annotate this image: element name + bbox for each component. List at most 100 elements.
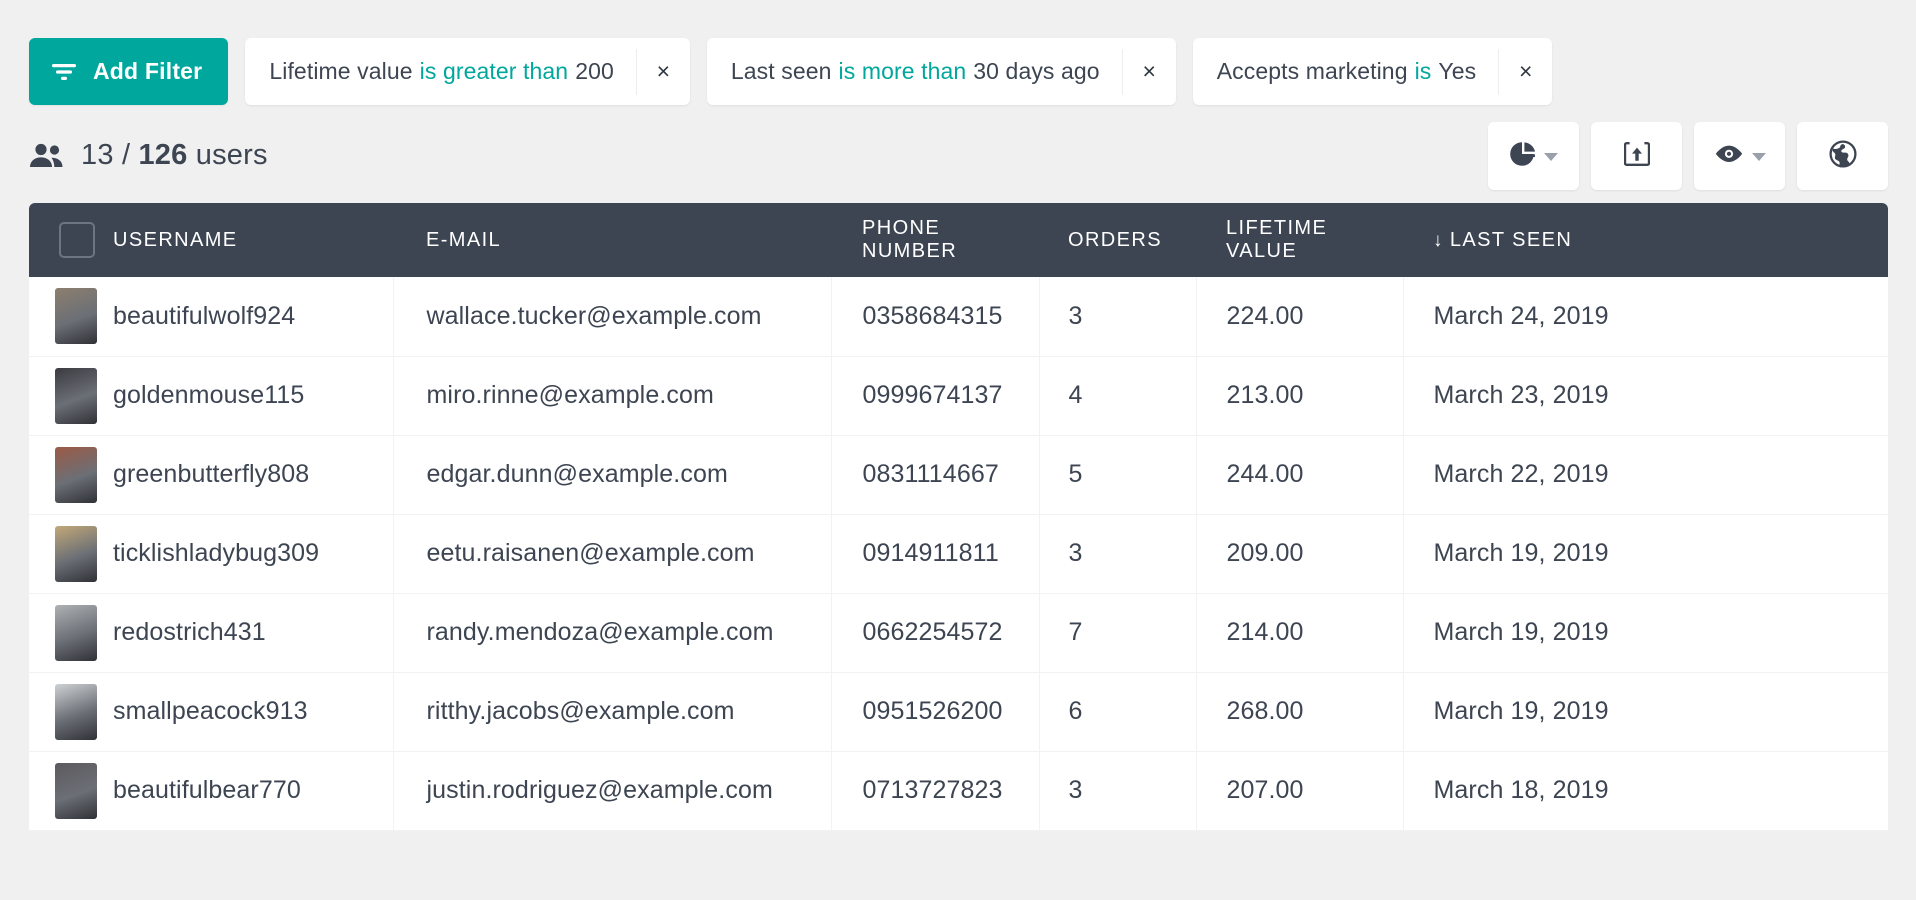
user-count-separator: / [121,139,131,171]
eye-icon [1714,144,1744,167]
cell-last-seen: March 18, 2019 [1433,776,1609,804]
cell-username: beautifulwolf924 [113,277,394,356]
export-button[interactable] [1591,121,1682,190]
header-orders[interactable]: ORDERS [1039,203,1196,277]
cell-orders: 7 [1039,593,1197,672]
header-last-seen[interactable]: ↓ LAST SEEN [1403,203,1888,277]
table-toolbar [1488,121,1888,190]
cell-orders: 3 [1039,514,1197,593]
cell-email: randy.mendoza@example.com [393,593,832,672]
chevron-down-icon [1751,152,1766,161]
cell-phone-number: 0713727823 [831,751,1040,830]
filter-chip-value: 200 [575,58,614,84]
table-row[interactable]: redostrich431 randy.mendoza@example.com 06… [29,593,1888,672]
table-row[interactable]: beautifulbear770 justin.rodriguez@example… [29,751,1888,830]
table-body: beautifulwolf924 wallace.tucker@example.c… [29,277,1888,830]
filter-chip-field: Accepts marketing [1216,58,1408,84]
filter-chip-text: Accepts marketing is Yes [1193,58,1499,85]
avatar [55,367,97,424]
cell-email: miro.rinne@example.com [393,356,832,435]
user-count-shown: 13 [81,139,114,171]
cell-lifetime-value: 213.00 [1196,356,1404,435]
filter-chip-accepts-marketing[interactable]: Accepts marketing is Yes × [1192,38,1553,105]
cell-orders: 4 [1039,356,1197,435]
row-avatar-cell [29,277,113,356]
cell-lifetime-value: 214.00 [1196,593,1404,672]
table-row[interactable]: greenbutterfly808 edgar.dunn@example.com 0… [29,435,1888,514]
filter-chip-lifetime-value[interactable]: Lifetime value is greater than 200 × [245,38,690,105]
cell-email: eetu.raisanen@example.com [393,514,832,593]
filter-chip-operator: is [1414,58,1432,84]
sort-descending-icon: ↓ [1433,229,1444,251]
filter-chip-operator: is more than [838,58,967,84]
filter-chip-value: Yes [1438,58,1477,84]
avatar [55,288,97,345]
add-filter-button[interactable]: Add Filter [29,38,229,105]
cell-orders: 3 [1039,277,1197,356]
cell-phone-number: 0914911811 [831,514,1040,593]
cell-phone-number: 0831114667 [831,435,1040,514]
users-table: USERNAME E-MAIL PHONE NUMBER ORDERS LIFE… [29,203,1888,831]
avatar [55,762,97,819]
cell-last-seen: March 24, 2019 [1433,301,1609,330]
export-box-icon [1623,141,1650,170]
row-avatar-cell [29,435,113,514]
cell-email: wallace.tucker@example.com [393,277,832,356]
visibility-button[interactable] [1694,121,1785,190]
table-row[interactable]: ticklishladybug309 eetu.raisanen@example.… [29,514,1888,593]
table-row[interactable]: goldenmouse115 miro.rinne@example.com 0999… [29,356,1888,435]
cell-username: smallpeacock913 [113,672,394,751]
filter-icon [51,62,77,82]
filter-chip-text: Last seen is more than 30 days ago [707,58,1122,85]
cell-lifetime-value: 224.00 [1196,277,1404,356]
filter-chip-operator: is greater than [419,58,569,84]
cell-lifetime-value: 268.00 [1196,672,1404,751]
globe-button[interactable] [1797,121,1888,190]
cell-last-seen: March 19, 2019 [1433,618,1609,646]
header-phone-number[interactable]: PHONE NUMBER [831,203,1039,277]
filter-chip-field: Last seen [730,58,832,84]
header-select-all [29,203,113,277]
cell-username: goldenmouse115 [113,356,394,435]
table-row[interactable]: beautifulwolf924 wallace.tucker@example.c… [29,277,1888,356]
filter-bar: Add Filter Lifetime value is greater tha… [0,0,1916,108]
user-count-text: 13 / 126 users [81,139,268,172]
header-lifetime-value[interactable]: LIFETIME VALUE [1196,203,1403,277]
row-avatar-cell [29,356,113,435]
table-row[interactable]: smallpeacock913 ritthy.jacobs@example.com… [29,672,1888,751]
table-head: USERNAME E-MAIL PHONE NUMBER ORDERS LIFE… [29,203,1888,277]
user-count-total: 126 [138,139,188,171]
close-icon[interactable]: × [635,48,690,95]
users-table-container: USERNAME E-MAIL PHONE NUMBER ORDERS LIFE… [0,203,1916,831]
header-email[interactable]: E-MAIL [393,203,831,277]
filter-chip-last-seen[interactable]: Last seen is more than 30 days ago × [706,38,1176,105]
cell-email: ritthy.jacobs@example.com [393,672,832,751]
header-username[interactable]: USERNAME [113,203,393,277]
users-icon [29,143,64,169]
cell-email: edgar.dunn@example.com [393,435,832,514]
row-avatar-cell [29,751,113,830]
globe-icon [1828,140,1857,171]
cell-phone-number: 0358684315 [831,277,1040,356]
add-filter-label: Add Filter [93,58,203,84]
close-icon[interactable]: × [1121,48,1176,95]
cell-username: ticklishladybug309 [113,514,394,593]
chart-view-button[interactable] [1488,121,1579,190]
close-icon[interactable]: × [1498,48,1552,95]
chevron-down-icon [1543,152,1558,161]
cell-orders: 6 [1039,672,1197,751]
cell-orders: 5 [1039,435,1197,514]
cell-email: justin.rodriguez@example.com [393,751,832,830]
cell-last-seen: March 19, 2019 [1433,539,1609,567]
select-all-checkbox[interactable] [59,222,95,258]
cell-phone-number: 0999674137 [831,356,1040,435]
table-header-row: USERNAME E-MAIL PHONE NUMBER ORDERS LIFE… [29,203,1888,277]
cell-last-seen: March 22, 2019 [1433,460,1609,488]
pie-chart-icon [1509,141,1536,170]
cell-username: greenbutterfly808 [113,435,394,514]
filter-chip-field: Lifetime value [269,58,413,84]
cell-username: beautifulbear770 [113,751,394,830]
user-count: 13 / 126 users [29,139,268,172]
results-summary-row: 13 / 126 users [0,108,1916,203]
row-avatar-cell [29,672,113,751]
